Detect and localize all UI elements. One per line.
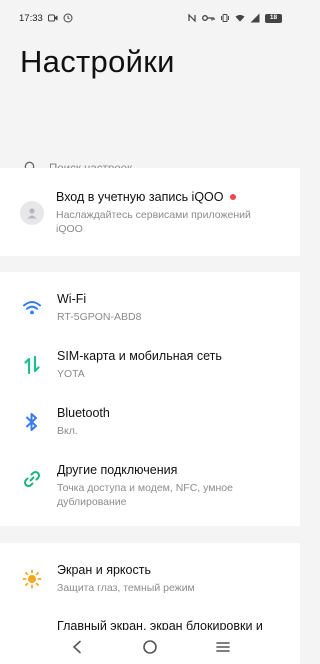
key-icon [202,13,215,23]
settings-item-display[interactable]: Экран и яркость Защита глаз, темный режи… [0,563,300,595]
back-icon [72,640,81,654]
network-card: Wi-Fi RT-5GPON-ABD8 SIM-карта и мобильна… [0,272,300,526]
screen-record-icon [47,13,58,23]
sim-data-icon [20,353,44,377]
wifi-title: Wi-Fi [57,292,87,306]
settings-item-bluetooth[interactable]: Bluetooth Вкл. [0,406,300,438]
bluetooth-title: Bluetooth [57,406,110,420]
nfc-icon [187,13,197,23]
account-subtitle-line2: iQOO [56,223,83,235]
display-subtitle: Защита глаз, темный режим [57,582,195,594]
wifi-status-icon [235,13,245,23]
avatar [20,201,44,225]
account-card[interactable]: Вход в учетную запись iQOO Наслаждайтесь… [0,168,300,256]
home-icon [143,640,157,654]
status-bar: 17:33 18 [0,0,300,36]
battery-indicator: 18 [265,13,282,23]
vibrate-icon [220,13,230,23]
navigation-bar [0,630,300,664]
settings-item-other-connections[interactable]: Другие подключения Точка доступа и модем… [0,463,300,509]
wifi-icon [20,296,44,320]
link-icon [20,467,44,491]
sim-subtitle: YOTA [57,368,85,380]
other-connections-title: Другие подключения [57,463,178,477]
menu-icon [216,642,231,652]
settings-item-sim[interactable]: SIM-карта и мобильная сеть YOTA [0,349,300,381]
page-title: Настройки [20,44,175,79]
other-connections-subtitle: Точка доступа и модем, NFC, умное дублир… [57,481,233,509]
account-subtitle: Наслаждайтесь сервисами приложений iQOO [56,208,251,236]
account-title-text: Вход в учетную запись iQOO [56,190,224,204]
notification-dot [229,194,236,200]
signal-icon [250,13,260,23]
status-time: 17:33 [19,12,43,24]
other-connections-subtitle-line2: дублирование [57,496,127,508]
recent-apps-button[interactable] [208,635,238,659]
brightness-icon [20,567,44,591]
account-title: Вход в учетную запись iQOO [56,190,251,204]
wifi-subtitle: RT-5GPON-ABD8 [57,311,142,323]
bluetooth-icon [20,410,44,434]
back-button[interactable] [62,635,92,659]
bluetooth-subtitle: Вкл. [57,425,78,437]
settings-item-wifi[interactable]: Wi-Fi RT-5GPON-ABD8 [0,292,300,324]
home-button[interactable] [135,635,165,659]
sim-title: SIM-карта и мобильная сеть [57,349,222,363]
other-connections-subtitle-line1: Точка доступа и модем, NFC, умное [57,482,233,494]
alarm-icon [63,13,73,23]
account-subtitle-line1: Наслаждайтесь сервисами приложений [56,209,251,221]
user-icon [27,208,37,219]
display-title: Экран и яркость [57,563,151,577]
